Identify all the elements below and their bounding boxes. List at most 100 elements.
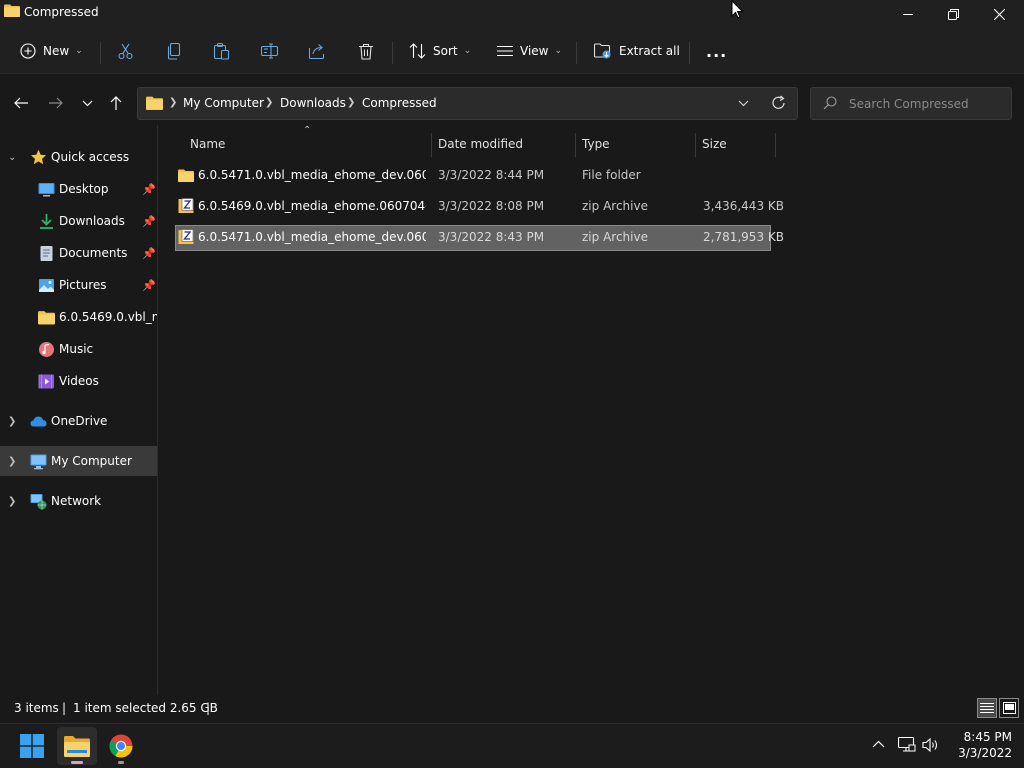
delete-button[interactable] <box>358 36 374 66</box>
address-bar[interactable]: ❯ My Computer ❯ Downloads ❯ Compressed <box>137 87 798 120</box>
search-input[interactable] <box>849 94 1004 114</box>
view-list-icon <box>497 45 513 57</box>
taskbar: 8:45 PM 3/3/2022 <box>0 723 1024 768</box>
sort-button[interactable]: Sort ⌄ <box>409 36 471 66</box>
taskbar-file-explorer[interactable] <box>57 727 97 765</box>
file-date: 3/3/2022 8:08 PM <box>438 199 545 213</box>
recent-locations-button[interactable] <box>77 93 97 113</box>
title-bar: Compressed <box>0 0 1024 28</box>
column-divider[interactable] <box>775 133 776 157</box>
file-row[interactable]: 6.0.5471.0.vbl_media_ehome_dev.060711...… <box>175 163 771 189</box>
chevron-right-icon[interactable]: ❯ <box>8 456 16 467</box>
file-row-selected[interactable]: 6.0.5471.0.vbl_media_ehome_dev.060711...… <box>175 225 784 251</box>
network-icon <box>30 493 47 509</box>
volume-icon[interactable] <box>922 737 940 753</box>
trash-icon <box>359 43 373 60</box>
column-divider[interactable] <box>575 133 576 157</box>
file-type: zip Archive <box>582 230 648 244</box>
selection-info: 1 item selected 2.65 GB <box>73 701 218 715</box>
chevron-up-icon[interactable] <box>872 740 885 748</box>
sidebar-item-pictures[interactable]: Pictures 📌 <box>0 270 157 300</box>
rename-icon <box>261 43 279 59</box>
sidebar-item-downloads[interactable]: Downloads 📌 <box>0 206 157 236</box>
arrow-right-icon <box>49 97 63 109</box>
file-row[interactable]: 6.0.5469.0.vbl_media_ehome.060704-193...… <box>175 194 784 220</box>
address-dropdown-icon[interactable] <box>738 96 749 110</box>
chrome-icon <box>109 734 133 758</box>
sidebar-item-music[interactable]: Music <box>0 334 157 364</box>
star-icon <box>31 149 46 164</box>
close-button[interactable] <box>976 0 1022 28</box>
forward-button[interactable] <box>46 93 66 113</box>
column-header-name[interactable]: Name <box>190 130 225 158</box>
search-box[interactable] <box>810 87 1012 120</box>
sidebar-item-label: Videos <box>59 374 99 388</box>
new-button[interactable]: New ⌄ <box>20 36 83 66</box>
column-label: Date modified <box>438 137 524 151</box>
sidebar-item-desktop[interactable]: Desktop 📌 <box>0 174 157 204</box>
sidebar-item-label: Downloads <box>59 214 125 228</box>
sidebar-item-documents[interactable]: Documents 📌 <box>0 238 157 268</box>
cut-button[interactable] <box>117 36 134 66</box>
up-button[interactable] <box>106 93 126 113</box>
sidebar-item-my-computer[interactable]: ❯ My Computer <box>0 446 157 476</box>
sidebar-item-label: Desktop <box>59 182 109 196</box>
network-status-icon[interactable] <box>898 737 916 753</box>
minimize-button[interactable] <box>885 0 931 28</box>
close-icon <box>993 8 1005 20</box>
extract-all-button[interactable]: Extract all <box>594 36 680 66</box>
sidebar-item-onedrive[interactable]: ❯ OneDrive <box>0 406 157 436</box>
divider <box>576 42 577 64</box>
more-options-button[interactable]: ... <box>706 36 727 66</box>
rename-button[interactable] <box>261 36 279 66</box>
chevron-down-icon[interactable]: ⌄ <box>8 152 16 163</box>
windows-logo-icon <box>20 734 44 758</box>
column-label: Name <box>190 137 226 151</box>
column-header-type[interactable]: Type <box>582 130 610 158</box>
column-header-date[interactable]: Date modified <box>438 130 523 158</box>
share-button[interactable] <box>309 36 326 66</box>
column-divider[interactable] <box>695 133 696 157</box>
refresh-icon[interactable] <box>772 95 786 111</box>
file-size: 3,436,443 KB <box>703 199 784 213</box>
system-clock[interactable]: 8:45 PM 3/3/2022 <box>946 729 1012 761</box>
tiles-view-button[interactable] <box>999 698 1019 718</box>
column-header-size[interactable]: Size <box>702 130 727 158</box>
file-date: 3/3/2022 8:44 PM <box>438 168 545 182</box>
videos-icon <box>38 374 54 388</box>
details-view-button[interactable] <box>977 698 997 718</box>
running-indicator <box>118 761 124 764</box>
file-type: zip Archive <box>582 199 648 213</box>
file-date: 3/3/2022 8:43 PM <box>438 230 545 244</box>
chevron-right-icon[interactable]: ❯ <box>8 416 16 427</box>
search-icon <box>823 96 837 110</box>
chevron-right-icon: ❯ <box>347 97 356 108</box>
restore-button[interactable] <box>930 0 976 28</box>
arrow-up-icon <box>110 96 122 110</box>
start-button[interactable] <box>12 727 52 765</box>
pin-icon: 📌 <box>142 182 156 196</box>
view-button[interactable]: View ⌄ <box>497 36 562 66</box>
sidebar-item-label: Music <box>59 342 94 356</box>
back-button[interactable] <box>11 93 31 113</box>
breadcrumb-compressed[interactable]: Compressed <box>362 96 437 110</box>
breadcrumb-downloads[interactable]: Downloads <box>280 96 346 110</box>
sidebar-item-network[interactable]: ❯ Network <box>0 486 157 516</box>
command-bar: New ⌄ Sort ⌄ View ⌄ Extract all ... <box>0 28 1024 74</box>
plus-circle-icon <box>20 43 36 59</box>
taskbar-chrome[interactable] <box>101 727 141 765</box>
chevron-right-icon[interactable]: ❯ <box>8 496 16 507</box>
sidebar-item-quick-access[interactable]: ⌄ Quick access <box>0 142 157 172</box>
zip-icon <box>178 198 194 213</box>
column-divider[interactable] <box>431 133 432 157</box>
breadcrumb-my-computer[interactable]: My Computer <box>183 96 264 110</box>
paste-button[interactable] <box>213 36 230 66</box>
chevron-down-icon: ⌄ <box>463 46 472 56</box>
divider <box>100 42 101 64</box>
clock-time: 8:45 PM <box>963 730 1012 744</box>
sidebar-item-recent-folder[interactable]: 6.0.5469.0.vbl_media_ehome <box>0 302 157 332</box>
sidebar-item-videos[interactable]: Videos <box>0 366 157 396</box>
copy-button[interactable] <box>166 36 182 66</box>
chevron-down-icon <box>82 100 92 106</box>
cloud-icon <box>30 416 47 426</box>
